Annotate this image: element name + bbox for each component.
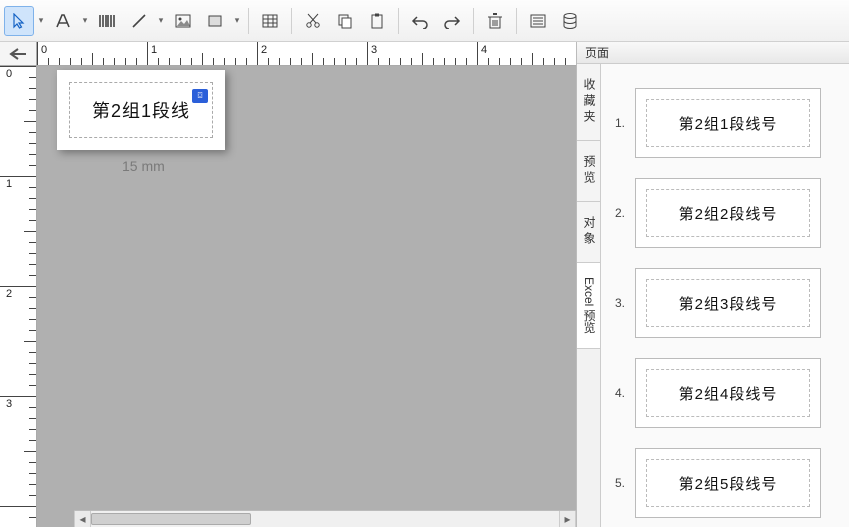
ruler-origin-button[interactable]: [0, 42, 37, 66]
canvas[interactable]: 第2组1段线 ⌼ 15 mm ◂ ▸: [37, 66, 576, 527]
tab-favorites[interactable]: 收藏夹: [577, 64, 600, 141]
rect-dd-icon[interactable]: ▾: [232, 15, 242, 26]
paste-button[interactable]: [362, 6, 392, 36]
copy-button[interactable]: [330, 6, 360, 36]
label-text[interactable]: 第2组1段线: [92, 97, 190, 123]
vertical-tabs: 收藏夹 预览 对象 Excel 预览: [577, 64, 601, 527]
main-area: 01234 0123 第2组1段线 ⌼ 15 mm ◂ ▸: [0, 42, 849, 527]
barcode-tool-button[interactable]: [92, 6, 122, 36]
horizontal-ruler[interactable]: 01234: [37, 42, 576, 66]
separator: [473, 8, 474, 34]
label-document[interactable]: 第2组1段线 ⌼: [57, 70, 225, 150]
thumb-number: 5.: [609, 476, 625, 490]
thumb-row[interactable]: 3. 第2组3段线号: [609, 268, 841, 338]
thumb-inner: 第2组1段线号: [646, 99, 810, 147]
right-panel: 页面 收藏夹 预览 对象 Excel 预览 1. 第2组1段线号 2. 第2组2段线号…: [576, 42, 849, 527]
dimension-label: 15 mm: [122, 158, 165, 174]
thumbnail-list[interactable]: 1. 第2组1段线号 2. 第2组2段线号 3. 第2组3段线号 4. 第2组4段线号 5. 第2…: [601, 64, 849, 527]
label-safe-area: 第2组1段线 ⌼: [69, 82, 213, 138]
body-row: 0123 第2组1段线 ⌼ 15 mm ◂ ▸: [0, 66, 576, 527]
thumb-row[interactable]: 2. 第2组2段线号: [609, 178, 841, 248]
scroll-track[interactable]: [91, 511, 559, 527]
text-dd-icon[interactable]: ▾: [80, 15, 90, 26]
thumb-card[interactable]: 第2组1段线号: [635, 88, 821, 158]
cut-button[interactable]: [298, 6, 328, 36]
panel-title: 页面: [577, 42, 849, 64]
thumb-card[interactable]: 第2组3段线号: [635, 268, 821, 338]
image-tool-button[interactable]: [168, 6, 198, 36]
scroll-right-icon[interactable]: ▸: [559, 511, 576, 527]
thumb-number: 3.: [609, 296, 625, 310]
line-tool-button[interactable]: [124, 6, 154, 36]
vertical-ruler[interactable]: 0123: [0, 66, 37, 527]
text-tool-button[interactable]: [48, 6, 78, 36]
separator: [248, 8, 249, 34]
back-arrow-icon: [9, 47, 27, 61]
thumb-inner: 第2组4段线号: [646, 369, 810, 417]
redo-button[interactable]: [437, 6, 467, 36]
thumb-text: 第2组4段线号: [679, 383, 778, 404]
thumb-card[interactable]: 第2组5段线号: [635, 448, 821, 518]
thumb-row[interactable]: 1. 第2组1段线号: [609, 88, 841, 158]
pointer-tool-button[interactable]: [4, 6, 34, 36]
thumb-row[interactable]: 5. 第2组5段线号: [609, 448, 841, 518]
thumb-number: 2.: [609, 206, 625, 220]
database-field-icon: ⌼: [192, 89, 208, 103]
thumb-text: 第2组2段线号: [679, 203, 778, 224]
scroll-thumb[interactable]: [91, 513, 251, 525]
list-button[interactable]: [523, 6, 553, 36]
thumb-inner: 第2组5段线号: [646, 459, 810, 507]
thumb-inner: 第2组3段线号: [646, 279, 810, 327]
scroll-left-icon[interactable]: ◂: [74, 511, 91, 527]
delete-button[interactable]: [480, 6, 510, 36]
horizontal-scrollbar[interactable]: ◂ ▸: [74, 510, 576, 527]
rect-tool-button[interactable]: [200, 6, 230, 36]
thumb-text: 第2组1段线号: [679, 113, 778, 134]
thumb-number: 1.: [609, 116, 625, 130]
thumb-text: 第2组3段线号: [679, 293, 778, 314]
ruler-row: 01234: [0, 42, 576, 66]
editor-area: 01234 0123 第2组1段线 ⌼ 15 mm ◂ ▸: [0, 42, 576, 527]
pointer-dd-icon[interactable]: ▾: [36, 15, 46, 26]
undo-button[interactable]: [405, 6, 435, 36]
thumb-row[interactable]: 4. 第2组4段线号: [609, 358, 841, 428]
database-button[interactable]: [555, 6, 585, 36]
separator: [516, 8, 517, 34]
thumb-inner: 第2组2段线号: [646, 189, 810, 237]
line-dd-icon[interactable]: ▾: [156, 15, 166, 26]
toolbar: ▾ ▾ ▾ ▾: [0, 0, 849, 42]
panel-body: 收藏夹 预览 对象 Excel 预览 1. 第2组1段线号 2. 第2组2段线号 3. 第…: [577, 64, 849, 527]
separator: [398, 8, 399, 34]
tab-preview[interactable]: 预览: [577, 141, 600, 202]
tab-object[interactable]: 对象: [577, 202, 600, 263]
thumb-text: 第2组5段线号: [679, 473, 778, 494]
table-button[interactable]: [255, 6, 285, 36]
thumb-card[interactable]: 第2组2段线号: [635, 178, 821, 248]
thumb-number: 4.: [609, 386, 625, 400]
tab-excel-preview[interactable]: Excel 预览: [577, 263, 600, 349]
thumb-card[interactable]: 第2组4段线号: [635, 358, 821, 428]
separator: [291, 8, 292, 34]
